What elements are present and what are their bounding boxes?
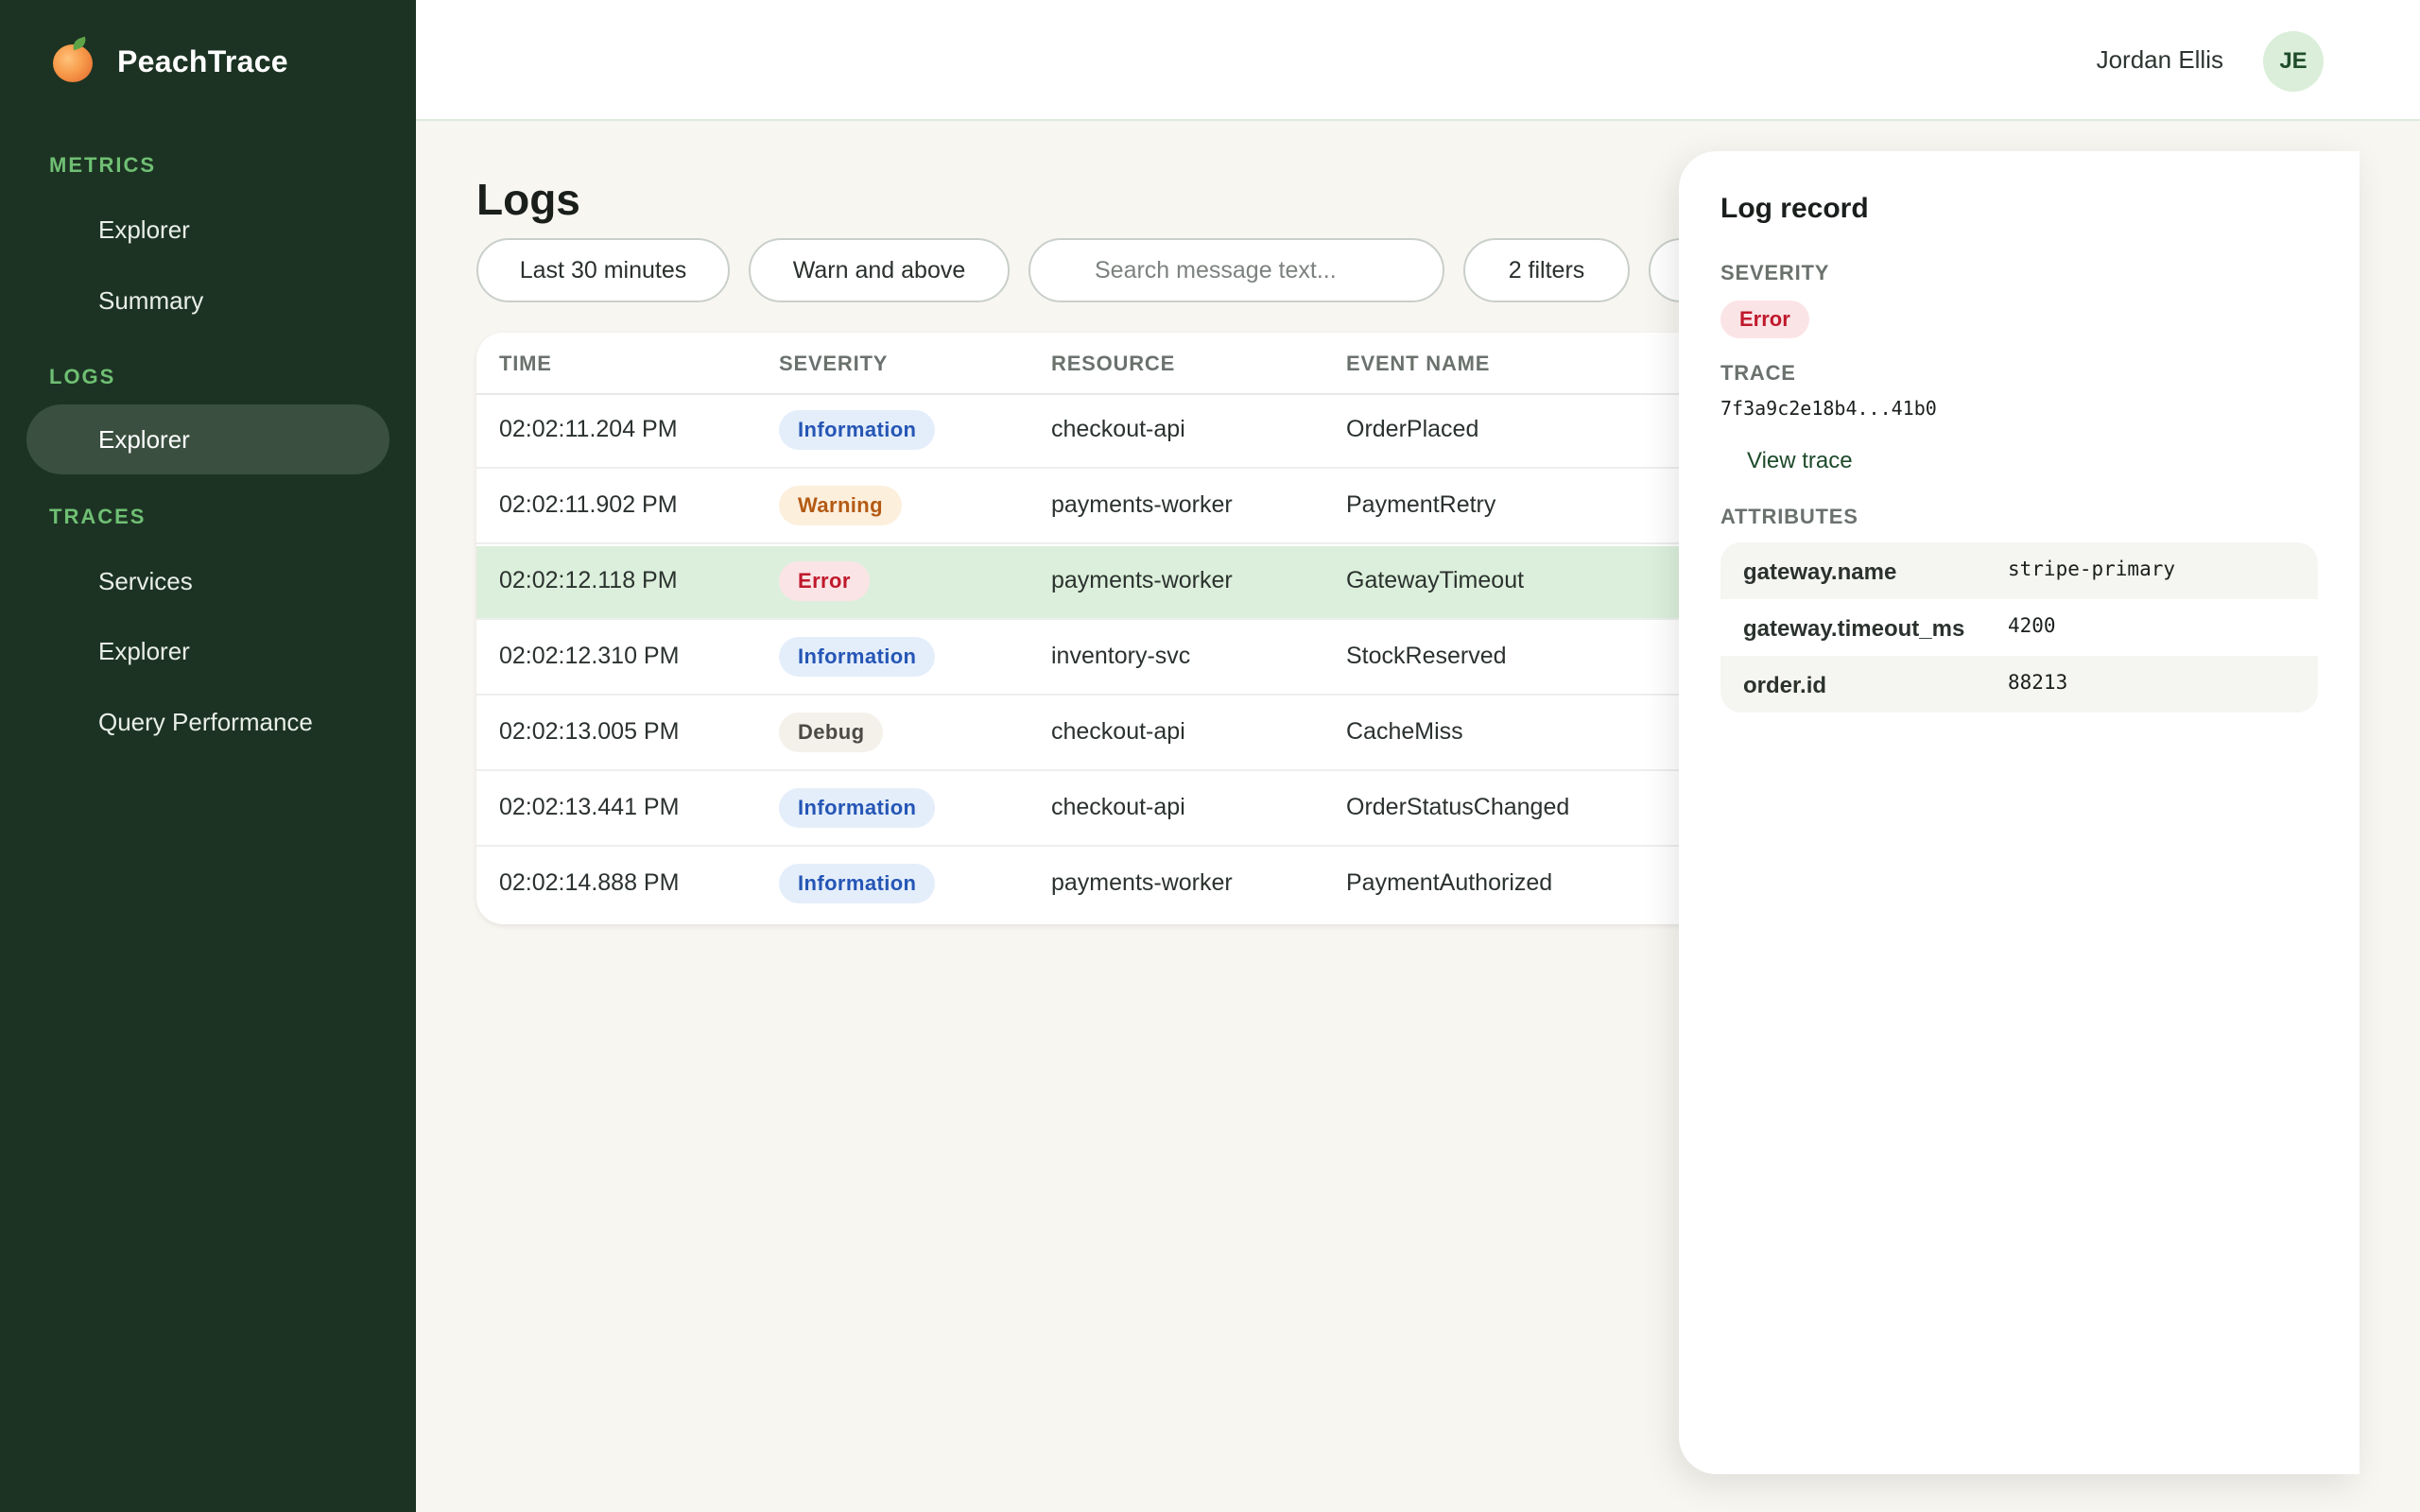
nav-section-logs: LOGS [49,365,116,388]
time-range-label: Last 30 minutes [519,256,687,284]
attribute-value: stripe-primary [2008,558,2176,580]
search-input[interactable]: Search message text... [1028,238,1444,302]
attribute-value: 4200 [2008,614,2056,637]
cell-resource: payments-worker [1051,567,1233,593]
peach-icon [51,36,96,84]
table-row[interactable]: 02:02:14.888 PM Information payments-wor… [476,849,1705,922]
table-row-selected[interactable]: 02:02:12.118 PM Error payments-worker Ga… [476,546,1705,620]
sidebar: PeachTrace METRICS Explorer Summary LOGS… [0,0,416,1512]
column-header-resource[interactable]: RESOURCE [1051,352,1175,376]
cell-resource: checkout-api [1051,718,1185,745]
filters-button[interactable]: 2 filters [1463,238,1630,302]
attributes-list: gateway.name stripe-primary gateway.time… [1720,542,2318,713]
cell-event-name: CacheMiss [1346,718,1463,745]
log-record-panel: Log record SEVERITY Error TRACE 7f3a9c2e… [1679,151,2360,1474]
cell-time: 02:02:14.888 PM [499,869,680,896]
cell-event-name: OrderStatusChanged [1346,794,1570,820]
severity-badge: Warning [779,486,902,525]
filters-count: 2 filters [1508,256,1585,284]
cell-resource: checkout-api [1051,794,1185,820]
attribute-row: gateway.name stripe-primary [1720,542,2318,599]
sidebar-item-label: Services [98,566,193,595]
table-row[interactable]: 02:02:13.005 PM Debug checkout-api Cache… [476,697,1705,771]
severity-badge: Information [779,637,936,677]
cell-event-name: StockReserved [1346,643,1507,669]
sidebar-item-label: Explorer [98,215,190,244]
severity-label: SEVERITY [1720,261,1830,284]
brand-name: PeachTrace [117,43,288,78]
search-placeholder: Search message text... [1095,256,1337,284]
cell-time: 02:02:12.118 PM [499,567,678,593]
cell-resource: inventory-svc [1051,643,1191,669]
cell-event-name: PaymentRetry [1346,491,1496,518]
sidebar-item-logs-explorer[interactable]: Explorer [26,404,389,474]
sidebar-item-metrics-summary[interactable]: Summary [26,266,389,335]
column-header-severity[interactable]: SEVERITY [779,352,888,376]
cell-time: 02:02:13.441 PM [499,794,680,820]
column-header-event-name[interactable]: EVENT NAME [1346,352,1490,376]
avatar[interactable]: JE [2263,31,2324,92]
cell-event-name: GatewayTimeout [1346,567,1525,593]
sidebar-item-label: Query Performance [98,707,313,736]
sidebar-item-label: Explorer [98,636,190,665]
attribute-row: order.id 88213 [1720,656,2318,713]
user-name[interactable]: Jordan Ellis [2097,45,2223,75]
nav-section-traces: TRACES [49,505,147,528]
attribute-row: gateway.timeout_ms 4200 [1720,599,2318,656]
table-header: TIME SEVERITY RESOURCE EVENT NAME [476,333,1705,395]
severity-badge: Information [779,788,936,828]
sidebar-item-label: Summary [98,285,204,315]
sidebar-item-traces-explorer[interactable]: Explorer [26,616,389,686]
brand[interactable]: PeachTrace [51,36,288,85]
cell-time: 02:02:11.902 PM [499,491,678,518]
cell-resource: payments-worker [1051,869,1233,896]
trace-id: 7f3a9c2e18b4...41b0 [1720,397,1937,420]
severity-badge: Information [779,864,936,903]
cell-event-name: PaymentAuthorized [1346,869,1553,896]
table-row[interactable]: 02:02:12.310 PM Information inventory-sv… [476,622,1705,696]
cell-event-name: OrderPlaced [1346,416,1479,442]
severity-filter-label: Warn and above [792,256,966,284]
sidebar-item-label: Explorer [98,424,190,454]
cell-time: 02:02:11.204 PM [499,416,678,442]
cell-resource: payments-worker [1051,491,1233,518]
column-header-time[interactable]: TIME [499,352,552,376]
attribute-key: gateway.timeout_ms [1743,616,1965,642]
page-title: Logs [476,175,580,224]
top-bar: Jordan Ellis JE [416,0,2420,121]
sidebar-item-query-performance[interactable]: Query Performance [26,687,389,757]
sidebar-item-metrics-explorer[interactable]: Explorer [26,195,389,265]
attribute-key: gateway.name [1743,559,1897,585]
attributes-label: ATTRIBUTES [1720,505,1858,528]
severity-badge: Information [779,410,936,450]
sidebar-item-traces-services[interactable]: Services [26,546,389,616]
cell-time: 02:02:13.005 PM [499,718,680,745]
trace-label: TRACE [1720,361,1796,385]
severity-filter[interactable]: Warn and above [749,238,1010,302]
table-row[interactable]: 02:02:11.902 PM Warning payments-worker … [476,471,1705,544]
table-row[interactable]: 02:02:13.441 PM Information checkout-api… [476,773,1705,847]
table-row[interactable]: 02:02:11.204 PM Information checkout-api… [476,395,1705,469]
severity-badge: Error [779,561,870,601]
view-trace-link[interactable]: View trace [1747,448,1853,474]
panel-title: Log record [1720,193,1869,224]
severity-badge: Error [1720,301,1809,338]
logs-table: TIME SEVERITY RESOURCE EVENT NAME 02:02:… [476,333,1705,924]
cell-resource: checkout-api [1051,416,1185,442]
severity-badge: Debug [779,713,884,752]
nav-section-metrics: METRICS [49,153,156,177]
time-range-filter[interactable]: Last 30 minutes [476,238,730,302]
attribute-value: 88213 [2008,671,2068,694]
attribute-key: order.id [1743,673,1827,698]
cell-time: 02:02:12.310 PM [499,643,680,669]
